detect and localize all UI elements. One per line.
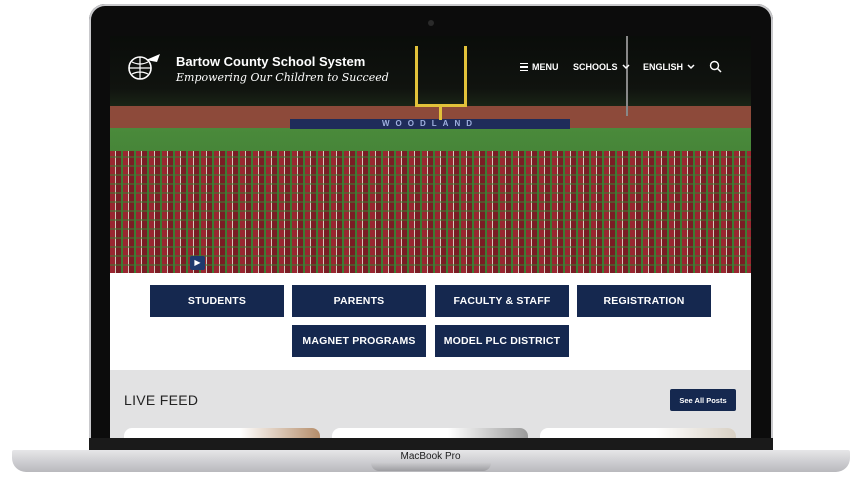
live-feed-title: LIVE FEED (124, 392, 199, 408)
language-label: ENGLISH (643, 62, 684, 72)
camera (428, 20, 434, 26)
menu-button[interactable]: MENU (520, 62, 559, 72)
play-icon: ▶ (194, 258, 201, 267)
light-pole (626, 36, 628, 116)
feed-card[interactable] (540, 428, 736, 438)
model-plc-district-button[interactable]: MODEL PLC DISTRICT (435, 325, 569, 357)
device-label: MacBook Pro (400, 451, 461, 462)
search-icon (709, 60, 722, 73)
live-feed-section: LIVE FEED See All Posts (110, 370, 751, 438)
graduates-crowd-rows (110, 151, 751, 273)
play-button[interactable]: ▶ (190, 256, 205, 270)
faculty-staff-button[interactable]: FACULTY & STAFF (435, 285, 569, 317)
language-dropdown[interactable]: ENGLISH (643, 62, 695, 72)
registration-button[interactable]: REGISTRATION (577, 285, 711, 317)
search-button[interactable] (709, 60, 722, 73)
students-button[interactable]: STUDENTS (150, 285, 284, 317)
feed-card[interactable] (332, 428, 528, 438)
menu-label: MENU (532, 62, 559, 72)
feed-card-image (656, 428, 736, 438)
feed-card-image (448, 428, 528, 438)
feed-card[interactable] (124, 428, 320, 438)
see-all-posts-button[interactable]: See All Posts (670, 389, 736, 411)
schools-label: SCHOOLS (573, 62, 618, 72)
chevron-down-icon (687, 64, 695, 70)
magnet-programs-button[interactable]: MAGNET PROGRAMS (292, 325, 426, 357)
goalpost-stem (439, 106, 442, 120)
quick-links: STUDENTS PARENTS FACULTY & STAFF REGISTR… (110, 273, 751, 370)
hero-banner: WOODLAND Bartow County School System Emp… (110, 36, 751, 273)
goalpost (415, 46, 467, 107)
schools-dropdown[interactable]: SCHOOLS (573, 62, 630, 72)
logo-icon[interactable] (124, 52, 164, 82)
feed-card-image (240, 428, 320, 438)
parents-button[interactable]: PARENTS (292, 285, 426, 317)
endzone-text: WOODLAND (290, 119, 570, 129)
site-name[interactable]: Bartow County School System (176, 54, 365, 69)
hamburger-icon (520, 63, 528, 71)
site-tagline: Empowering Our Children to Succeed (176, 71, 389, 84)
browser-viewport: WOODLAND Bartow County School System Emp… (110, 36, 751, 438)
chevron-down-icon (621, 64, 630, 70)
